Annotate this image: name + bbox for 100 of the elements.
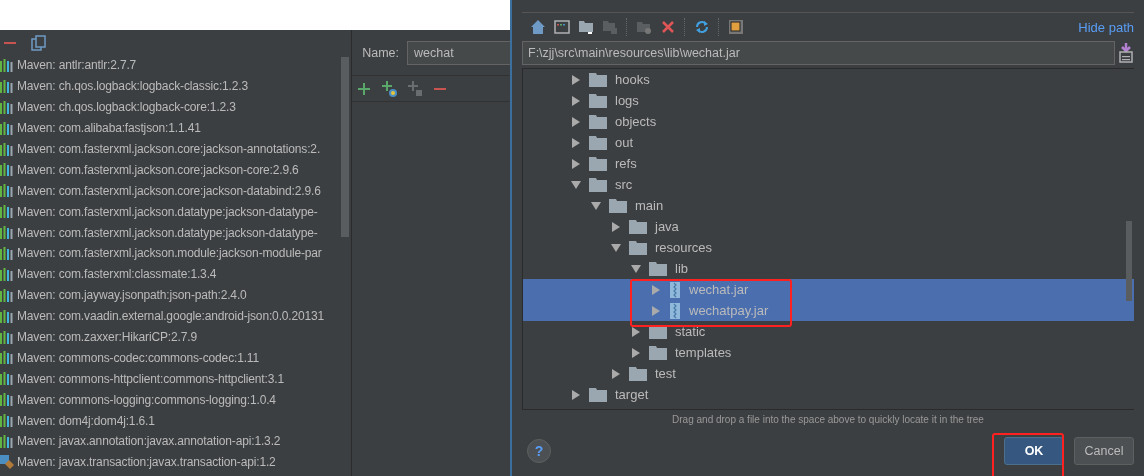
folder-icon: [629, 240, 647, 255]
folder-icon: [629, 366, 647, 381]
add-excluded-icon: [407, 80, 424, 97]
library-icon: [0, 79, 14, 93]
expanded-arrow-icon[interactable]: [611, 242, 621, 253]
tree-row[interactable]: hooks: [523, 69, 1134, 90]
collapsed-arrow-icon[interactable]: [571, 389, 581, 400]
library-name[interactable]: Maven: com.fasterxml.jackson.core:jackson-core:2.9.6: [17, 162, 299, 177]
collapsed-arrow-icon[interactable]: [571, 158, 581, 169]
add-attachment-icon[interactable]: [381, 80, 398, 97]
library-name[interactable]: Maven: com.fasterxml:classmate:1.3.4: [17, 267, 217, 282]
library-icon: [0, 372, 14, 386]
tree-row[interactable]: static: [523, 321, 1134, 342]
jar-file-icon: [669, 302, 681, 319]
tree-row[interactable]: resources: [523, 237, 1134, 258]
tree-row[interactable]: templates: [523, 342, 1134, 363]
library-name[interactable]: Maven: com.jayway.jsonpath:json-path:2.4.0: [17, 288, 247, 303]
desktop-icon[interactable]: [554, 19, 570, 35]
path-field[interactable]: F:\zjj\src\main\resources\lib\wechat.jar: [522, 41, 1115, 65]
folder-icon: [589, 93, 607, 108]
tree-row[interactable]: main: [523, 195, 1134, 216]
folder-icon: [589, 135, 607, 150]
collapsed-arrow-icon[interactable]: [571, 116, 581, 127]
tree-row[interactable]: objects: [523, 111, 1134, 132]
scrollbar[interactable]: [1126, 221, 1132, 301]
expanded-arrow-icon[interactable]: [571, 179, 581, 190]
library-icon: [0, 121, 14, 135]
add-icon[interactable]: [357, 81, 372, 96]
hide-path-link[interactable]: Hide path: [1078, 19, 1134, 35]
library-icon: [0, 163, 14, 177]
library-name[interactable]: Maven: com.fasterxml.jackson.core:jackson-annotations:2.: [17, 142, 321, 156]
folder-icon: [589, 72, 607, 87]
home-icon[interactable]: [530, 19, 546, 35]
library-name[interactable]: Maven: com.zaxxer:HikariCP:2.7.9: [17, 330, 197, 344]
tree-row[interactable]: test: [523, 363, 1134, 384]
new-folder-icon: [636, 19, 652, 35]
name-field[interactable]: wechat: [407, 40, 510, 65]
expanded-arrow-icon[interactable]: [631, 263, 641, 274]
library-icon: [0, 434, 14, 448]
project-folder-icon[interactable]: [578, 19, 594, 35]
library-icon: [0, 142, 14, 156]
library-icon: [0, 184, 14, 198]
library-name[interactable]: Maven: commons-logging:commons-logging:1.0.4: [17, 392, 276, 407]
library-name[interactable]: Maven: dom4j:dom4j:1.6.1: [17, 413, 155, 428]
library-name[interactable]: Maven: ch.qos.logback:logback-core:1.2.3: [17, 100, 236, 115]
tree-row[interactable]: refs: [523, 153, 1134, 174]
library-name[interactable]: Maven: javax.annotation:javax.annotation-api:1.3.2: [17, 434, 281, 449]
library-icon: [0, 226, 14, 240]
library-icon: [0, 288, 14, 302]
library-icon: [0, 393, 14, 407]
jar-file-icon: [669, 281, 681, 298]
download-icon[interactable]: [1118, 43, 1134, 63]
scrollbar[interactable]: [341, 57, 350, 237]
highlight-frame: [992, 433, 1064, 476]
library-name[interactable]: Maven: com.vaadin.external.google:android-json:0.0.20131: [17, 309, 325, 324]
library-name[interactable]: Maven: com.fasterxml.jackson.datatype:jackson-datatype-: [17, 204, 318, 219]
copy-icon[interactable]: [31, 34, 47, 51]
library-name[interactable]: Maven: javax.transaction:javax.transaction-api:1.2: [17, 455, 276, 470]
jar-icon: [0, 455, 14, 470]
tree-row[interactable]: logs: [523, 90, 1134, 111]
library-name[interactable]: Maven: com.fasterxml.jackson.datatype:jackson-datatype-: [17, 225, 318, 240]
folder-icon: [589, 177, 607, 192]
library-name[interactable]: Maven: commons-codec:commons-codec:1.11: [17, 350, 260, 365]
library-name[interactable]: Maven: com.fasterxml.jackson.core:jackson-databind:2.9.6: [17, 183, 321, 198]
show-hidden-icon[interactable]: [728, 19, 744, 35]
help-button[interactable]: ?: [527, 439, 551, 463]
library-icon: [0, 205, 14, 219]
library-name[interactable]: Maven: antlr:antlr:2.7.7: [17, 58, 137, 73]
folder-icon: [589, 114, 607, 129]
library-name[interactable]: Maven: ch.qos.logback:logback-classic:1.2.3: [17, 79, 248, 94]
collapsed-arrow-icon[interactable]: [571, 95, 581, 106]
tree-row[interactable]: src: [523, 174, 1134, 195]
library-icon: [0, 351, 14, 365]
library-icon: [0, 414, 14, 428]
delete-icon[interactable]: [660, 19, 676, 35]
expanded-arrow-icon[interactable]: [591, 200, 601, 211]
library-icon: [0, 246, 14, 260]
collapsed-arrow-icon[interactable]: [611, 368, 621, 379]
tree-row[interactable]: target: [523, 384, 1134, 405]
collapsed-arrow-icon[interactable]: [611, 221, 621, 232]
library-icon: [0, 309, 14, 323]
library-name[interactable]: Maven: com.alibaba:fastjson:1.1.41: [17, 121, 201, 136]
refresh-icon[interactable]: [694, 19, 710, 35]
library-name[interactable]: Maven: com.fasterxml.jackson.module:jackson-module-par: [17, 246, 322, 261]
collapsed-arrow-icon[interactable]: [631, 347, 641, 358]
library-name[interactable]: Maven: commons-httpclient:commons-httpclient:3.1: [17, 371, 284, 386]
folder-icon: [609, 198, 627, 213]
library-icon: [0, 58, 14, 72]
ok-button[interactable]: OK: [1004, 437, 1064, 465]
cancel-button[interactable]: Cancel: [1074, 437, 1134, 465]
name-label: Name:: [362, 45, 399, 60]
collapsed-arrow-icon[interactable]: [571, 137, 581, 148]
tree-row[interactable]: out: [523, 132, 1134, 153]
tree-row[interactable]: java: [523, 216, 1134, 237]
collapsed-arrow-icon[interactable]: [631, 326, 641, 337]
collapsed-arrow-icon[interactable]: [571, 74, 581, 85]
tree-row[interactable]: lib: [523, 258, 1134, 279]
folder-icon: [589, 156, 607, 171]
hint-text: Drag and drop a file into the space above to quickly locate it in the tree: [671, 413, 985, 425]
folder-icon: [589, 387, 607, 402]
